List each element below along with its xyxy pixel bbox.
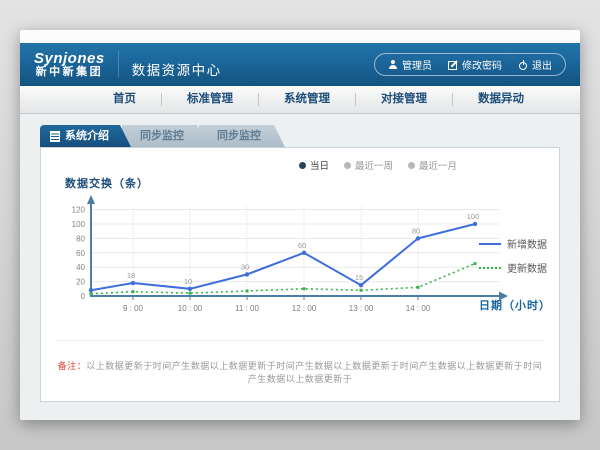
edit-icon [448,60,458,70]
window-top-strip [20,30,580,43]
svg-text:100: 100 [467,212,480,221]
user-menu-item-1[interactable]: 修改密码 [448,57,502,72]
user-menu-item-2[interactable]: 退出 [518,57,552,72]
svg-text:10: 10 [184,277,192,286]
nav-item-2[interactable]: 系统管理 [259,93,356,106]
footer-note: 备注：以上数据更新于时间产生数据以上数据更新于时间产生数据以上数据更新于时间产生… [55,340,545,385]
legend-label: 更新数据 [507,260,547,275]
svg-text:80: 80 [412,226,420,235]
svg-text:60: 60 [298,241,306,250]
svg-text:20: 20 [76,278,85,287]
svg-text:30: 30 [241,262,249,271]
radio-dot [344,162,351,169]
svg-text:10 : 00: 10 : 00 [178,304,203,313]
radio-dot [299,162,306,169]
svg-text:80: 80 [76,234,85,243]
tab-label: 系统介绍 [65,125,109,147]
svg-text:60: 60 [76,249,85,258]
document-icon [50,131,60,142]
svg-text:100: 100 [72,220,86,229]
period-radio-1[interactable]: 最近一周 [344,158,393,172]
note-text: 以上数据更新于时间产生数据以上数据更新于时间产生数据以上数据更新于时间产生数据以… [86,361,542,384]
nav-item-4[interactable]: 数据异动 [453,93,549,106]
period-radio-2[interactable]: 最近一月 [408,158,457,172]
power-icon [518,60,528,70]
brand-logo: Synjones 新中新集团 [34,51,119,78]
content-area: 系统介绍 同步监控 同步监控 当日 最近一周 最近一月 数据交换（条） 0 20 40 60 8… [20,114,580,420]
svg-text:0: 0 [81,292,86,301]
svg-text:18: 18 [127,271,135,280]
tab-label: 同步监控 [140,130,184,142]
user-menu: 管理员 修改密码 退出 [374,53,566,76]
svg-text:9 : 00: 9 : 00 [123,304,144,313]
logo-subtext: 新中新集团 [34,67,105,79]
user-menu-label: 修改密码 [462,57,502,72]
user-menu-label: 管理员 [402,57,432,72]
svg-text:11 : 00: 11 : 00 [235,304,259,313]
legend-line-sample [479,267,501,269]
svg-text:13 : 00: 13 : 00 [349,304,374,313]
radio-label: 当日 [310,158,329,172]
legend-label: 新增数据 [507,236,547,251]
desktop-background: Synjones 新中新集团 数据资源中心 管理员修改密码退出 首页标准管理系统… [0,0,600,450]
user-icon [388,60,398,70]
tab-0[interactable]: 系统介绍 [40,125,131,147]
user-menu-item-0[interactable]: 管理员 [388,57,432,72]
x-axis-label: 日期（小时） [479,297,551,313]
chart-legend: 新增数据更新数据 [479,236,547,284]
nav-item-0[interactable]: 首页 [88,93,162,106]
y-axis-label: 数据交换（条） [65,175,149,191]
svg-text:12 : 00: 12 : 00 [292,304,317,313]
period-radio-group: 当日 最近一周 最近一月 [299,158,457,172]
svg-text:15: 15 [355,273,363,282]
page-title: 数据资源中心 [132,59,222,79]
note-prefix: 备注： [58,361,87,371]
tab-label: 同步监控 [217,130,261,142]
nav-item-1[interactable]: 标准管理 [162,93,259,106]
app-header: Synjones 新中新集团 数据资源中心 管理员 修改密码 退出 [20,43,580,86]
line-chart: 0 20 40 60 80 100 120 9 : 00 10 : 00 11 : 00 12 : … [59,192,529,327]
tab-1[interactable]: 同步监控 [122,125,208,147]
legend-line-sample [479,243,501,245]
radio-label: 最近一月 [419,158,457,172]
tab-2[interactable]: 同步监控 [199,125,285,147]
logo-text: Synjones [34,51,105,67]
legend-item-1: 更新数据 [479,260,547,275]
svg-text:14 : 00: 14 : 00 [406,304,431,313]
chart-panel: 当日 最近一周 最近一月 数据交换（条） 0 20 40 60 80 100 120 9 : 00… [40,147,560,402]
user-menu-label: 退出 [532,57,552,72]
nav-item-3[interactable]: 对接管理 [356,93,453,106]
legend-item-0: 新增数据 [479,236,547,251]
app-window: Synjones 新中新集团 数据资源中心 管理员修改密码退出 首页标准管理系统… [20,30,580,420]
svg-text:40: 40 [76,263,85,272]
tab-bar: 系统介绍 同步监控 同步监控 [40,125,570,147]
radio-label: 最近一周 [355,158,393,172]
svg-text:120: 120 [72,206,86,215]
radio-dot [408,162,415,169]
main-nav: 首页标准管理系统管理对接管理数据异动 [20,86,580,114]
period-radio-0[interactable]: 当日 [299,158,329,172]
